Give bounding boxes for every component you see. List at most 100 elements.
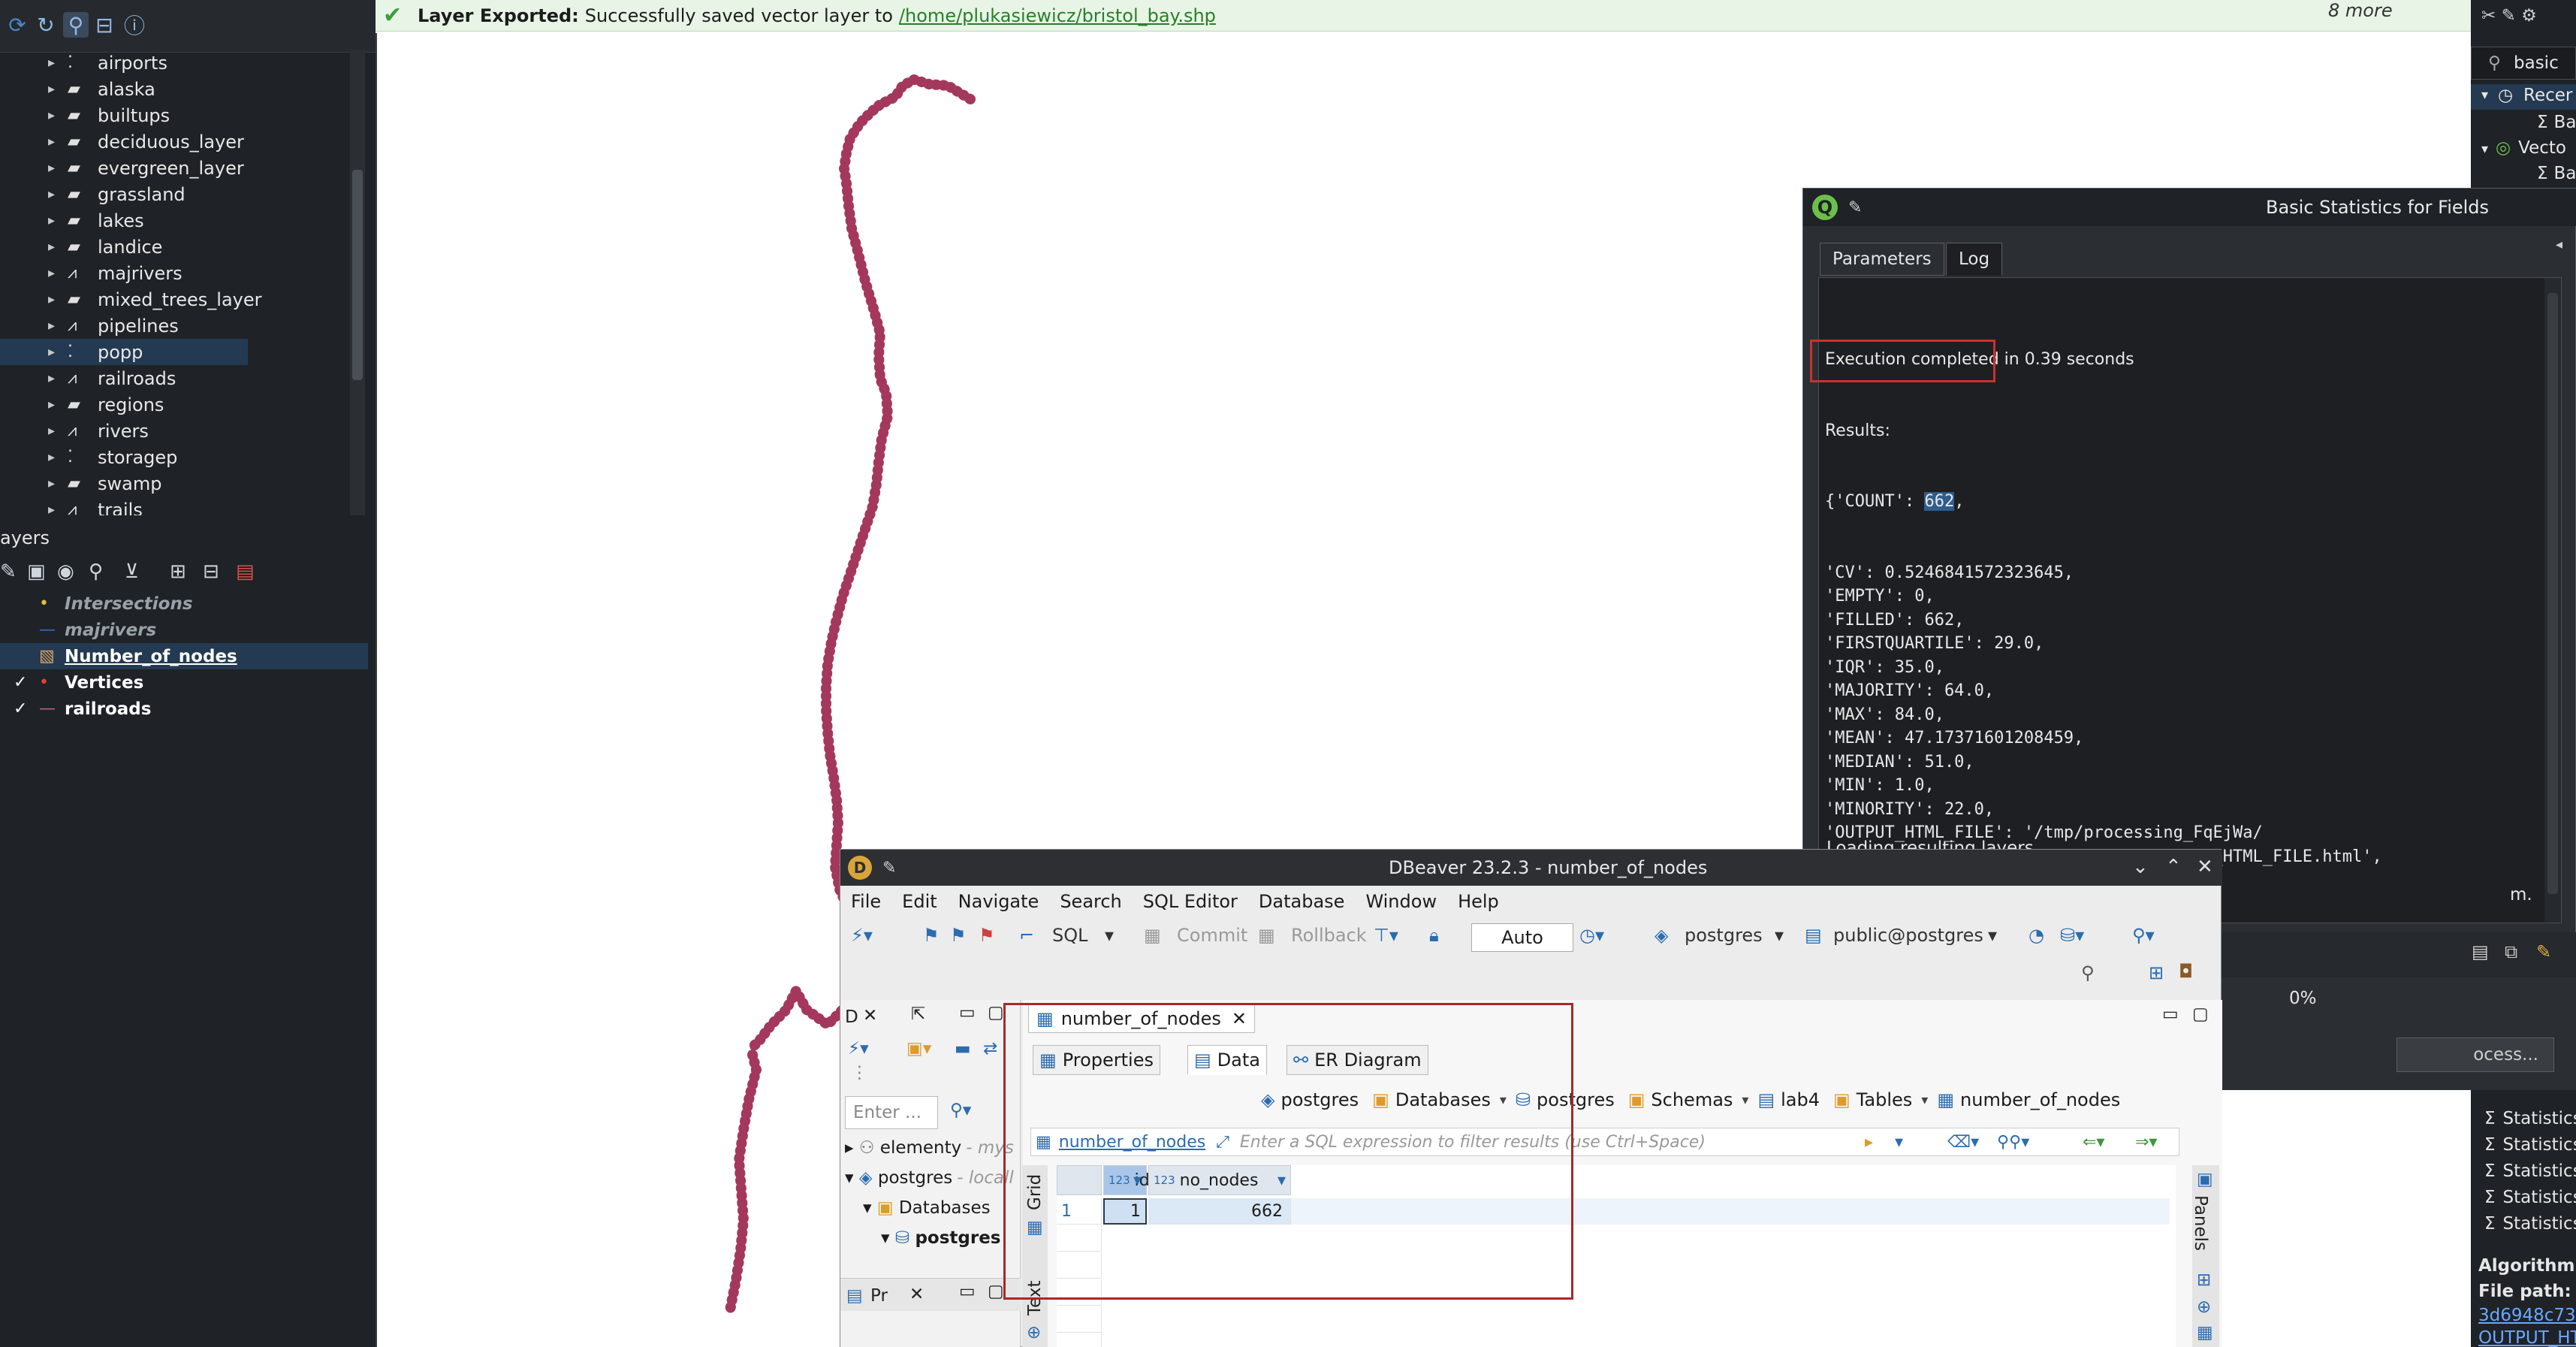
sql-button[interactable]: SQL [1052,925,1088,946]
history-item[interactable]: Σ Statistics [2484,1109,2576,1128]
browser-item-majrivers[interactable]: ▸ ⩘ majrivers [0,260,353,286]
browser-item-grassland[interactable]: ▸ ▰ grassland [0,181,353,207]
history-item[interactable]: Σ Statistics [2484,1188,2576,1207]
chevron-right-icon[interactable]: ▸ [48,449,68,465]
collapse-all-icon[interactable]: ⊟ [92,12,117,38]
output-link[interactable]: OUTPUT_HT [2478,1328,2576,1347]
perspective-icon[interactable]: ⊞ [2149,962,2164,983]
collapse-icon[interactable]: ◂ [2556,237,2562,252]
chevron-icon[interactable]: ▾ [881,1228,895,1248]
layer-visibility-checkbox[interactable]: ✓ [14,673,39,692]
browser-item-storagep[interactable]: ▸ ⁚ storagep [0,444,353,470]
active-connection[interactable]: postgres [1685,925,1763,946]
chevron-right-icon[interactable]: ▸ [48,265,68,281]
breadcrumb-item[interactable]: Tables [1857,1089,1913,1110]
grid-layout-icon[interactable]: ⊞ [2197,1270,2211,1290]
menu-item-edit[interactable]: Edit [902,891,937,912]
copy-log-icon[interactable]: ⧉ [2505,941,2517,962]
browser-item-swamp[interactable]: ▸ ▰ swamp [0,470,353,497]
calc-icon[interactable]: ⊕ [2197,1297,2211,1317]
chevron-right-icon[interactable]: ▸ [48,423,68,439]
maximize-icon[interactable]: ⌃ [2165,856,2182,878]
browser-scrollbar[interactable] [350,50,365,515]
chevron-right-icon[interactable]: ▸ [48,107,68,123]
projects-icon[interactable]: ⇱ [911,1004,925,1024]
pin-icon[interactable]: ✎ [1848,198,1862,217]
minimize-icon[interactable]: ▭ [959,1282,976,1301]
search-icon[interactable]: ⚲▾ [2132,925,2155,946]
minimize-icon[interactable]: ▭ [959,1003,976,1022]
remove-layer-icon[interactable]: ▤ [236,560,255,583]
minimize-icon[interactable]: ⌄ [2132,856,2149,878]
rollback-button[interactable]: Rollback [1291,925,1367,946]
navigator-node[interactable]: ▾ ◈ postgres - locall [845,1168,1014,1188]
layer-item-vertices[interactable]: ✓ • Vertices [0,669,368,696]
chevron-icon[interactable]: ▾ [845,1168,859,1188]
filter-legend-icon[interactable]: ⚲ [89,560,103,583]
close-icon[interactable]: ✕ [863,1006,877,1025]
chevron-right-icon[interactable]: ▸ [48,55,68,71]
style-icon[interactable]: ✎ [0,560,17,583]
add-layer-icon[interactable]: ⟳ [5,12,30,38]
navigator-node[interactable]: ▾ ⛁ postgres [881,1228,1006,1248]
eraser-icon[interactable]: ⌫▾ [1947,1133,1979,1152]
browser-item-deciduous-layer[interactable]: ▸ ▰ deciduous_layer [0,128,353,155]
menu-item-file[interactable]: File [851,891,881,912]
sql-dropdown-icon[interactable]: ▾ [1105,925,1114,946]
tab-parameters[interactable]: Parameters [1820,243,1944,276]
navigator-node[interactable]: ▸ ⚇ elementy - mys [845,1138,1014,1158]
menu-item-window[interactable]: Window [1365,891,1437,912]
forward-icon[interactable]: ⇒▾ [2135,1133,2157,1152]
run-button[interactable]: ocess... [2397,1037,2554,1072]
filter-expression-icon[interactable]: ⊻ [125,560,139,583]
grid-settings-icon[interactable]: ▦ [2197,1323,2213,1342]
toolbox-item[interactable]: Σ Ba [2537,113,2576,132]
browser-item-trails[interactable]: ▸ ⩘ trails [0,497,353,516]
filter-icon[interactable]: ⚲▾ [950,1101,971,1120]
history-item[interactable]: Σ Statistics [2484,1135,2576,1155]
refresh-icon[interactable]: ↻ [33,12,59,38]
panels-icon[interactable]: ▣ [2197,1170,2213,1189]
dbeaver-perspective-icon[interactable]: ◘ [2179,961,2193,982]
chevron-right-icon[interactable]: ▸ [48,81,68,97]
toolbox-item[interactable]: Σ Ba [2537,164,2576,183]
chevron-icon[interactable]: ▸ [845,1138,859,1158]
toolbox-search[interactable]: ⚲ basic [2471,47,2576,80]
info-icon[interactable]: ⓘ [122,12,147,38]
layer-item-number-of-nodes[interactable]: ▧ Number_of_nodes [0,643,368,669]
navigator-node[interactable]: ▾ ▣ Databases [863,1198,995,1218]
link-editor-icon[interactable]: ⇄ [983,1039,997,1059]
connect-icon[interactable]: ⚑ [923,925,940,946]
menu-item-database[interactable]: Database [1259,891,1345,912]
browser-item-lakes[interactable]: ▸ ▰ lakes [0,207,353,234]
message-link[interactable]: /home/plukasiewicz/bristol_bay.shp [899,5,1216,26]
back-icon[interactable]: ⇐▾ [2083,1133,2104,1152]
chevron-icon[interactable]: ▾ [863,1198,877,1218]
collapse-all-layers-icon[interactable]: ⊟ [203,560,219,583]
hash-link[interactable]: 3d6948c73a [2478,1306,2576,1325]
new-folder-icon[interactable]: ▣▾ [906,1039,931,1059]
maximize-icon[interactable]: ▢ [988,1003,1004,1022]
browser-item-airports[interactable]: ▸ ⁚ airports [0,50,353,76]
vector-group[interactable]: ▾ ◎ Vecto [2481,138,2566,158]
chevron-right-icon[interactable]: ▸ [48,476,68,491]
layer-visibility-checkbox[interactable]: ✓ [14,699,39,718]
menu-item-help[interactable]: Help [1458,891,1499,912]
chevron-right-icon[interactable]: ▸ [48,344,68,360]
save-log-icon[interactable]: ▤ [2472,941,2489,962]
expand-all-icon[interactable]: ⊞ [170,560,186,583]
menu-item-sql-editor[interactable]: SQL Editor [1143,891,1238,912]
browser-item-regions[interactable]: ▸ ▰ regions [0,391,353,418]
chevron-right-icon[interactable]: ▸ [48,239,68,255]
commit-button[interactable]: Commit [1177,925,1247,946]
breadcrumb-dropdown-icon[interactable]: ▾ [1742,1092,1748,1108]
maximize-icon[interactable]: ▢ [988,1282,1004,1301]
recent-group[interactable]: ▾ ◷ Recer [2471,84,2576,110]
close-icon[interactable]: ✕ [2197,856,2213,878]
breadcrumb-item[interactable]: number_of_nodes [1960,1089,2120,1110]
chevron-right-icon[interactable]: ▸ [48,370,68,386]
pin-icon[interactable]: ✎ [882,859,896,877]
layer-item-railroads[interactable]: ✓ — railroads [0,696,368,722]
project-tab[interactable]: Pr [870,1286,888,1306]
browser-item-rivers[interactable]: ▸ ⩘ rivers [0,418,353,444]
